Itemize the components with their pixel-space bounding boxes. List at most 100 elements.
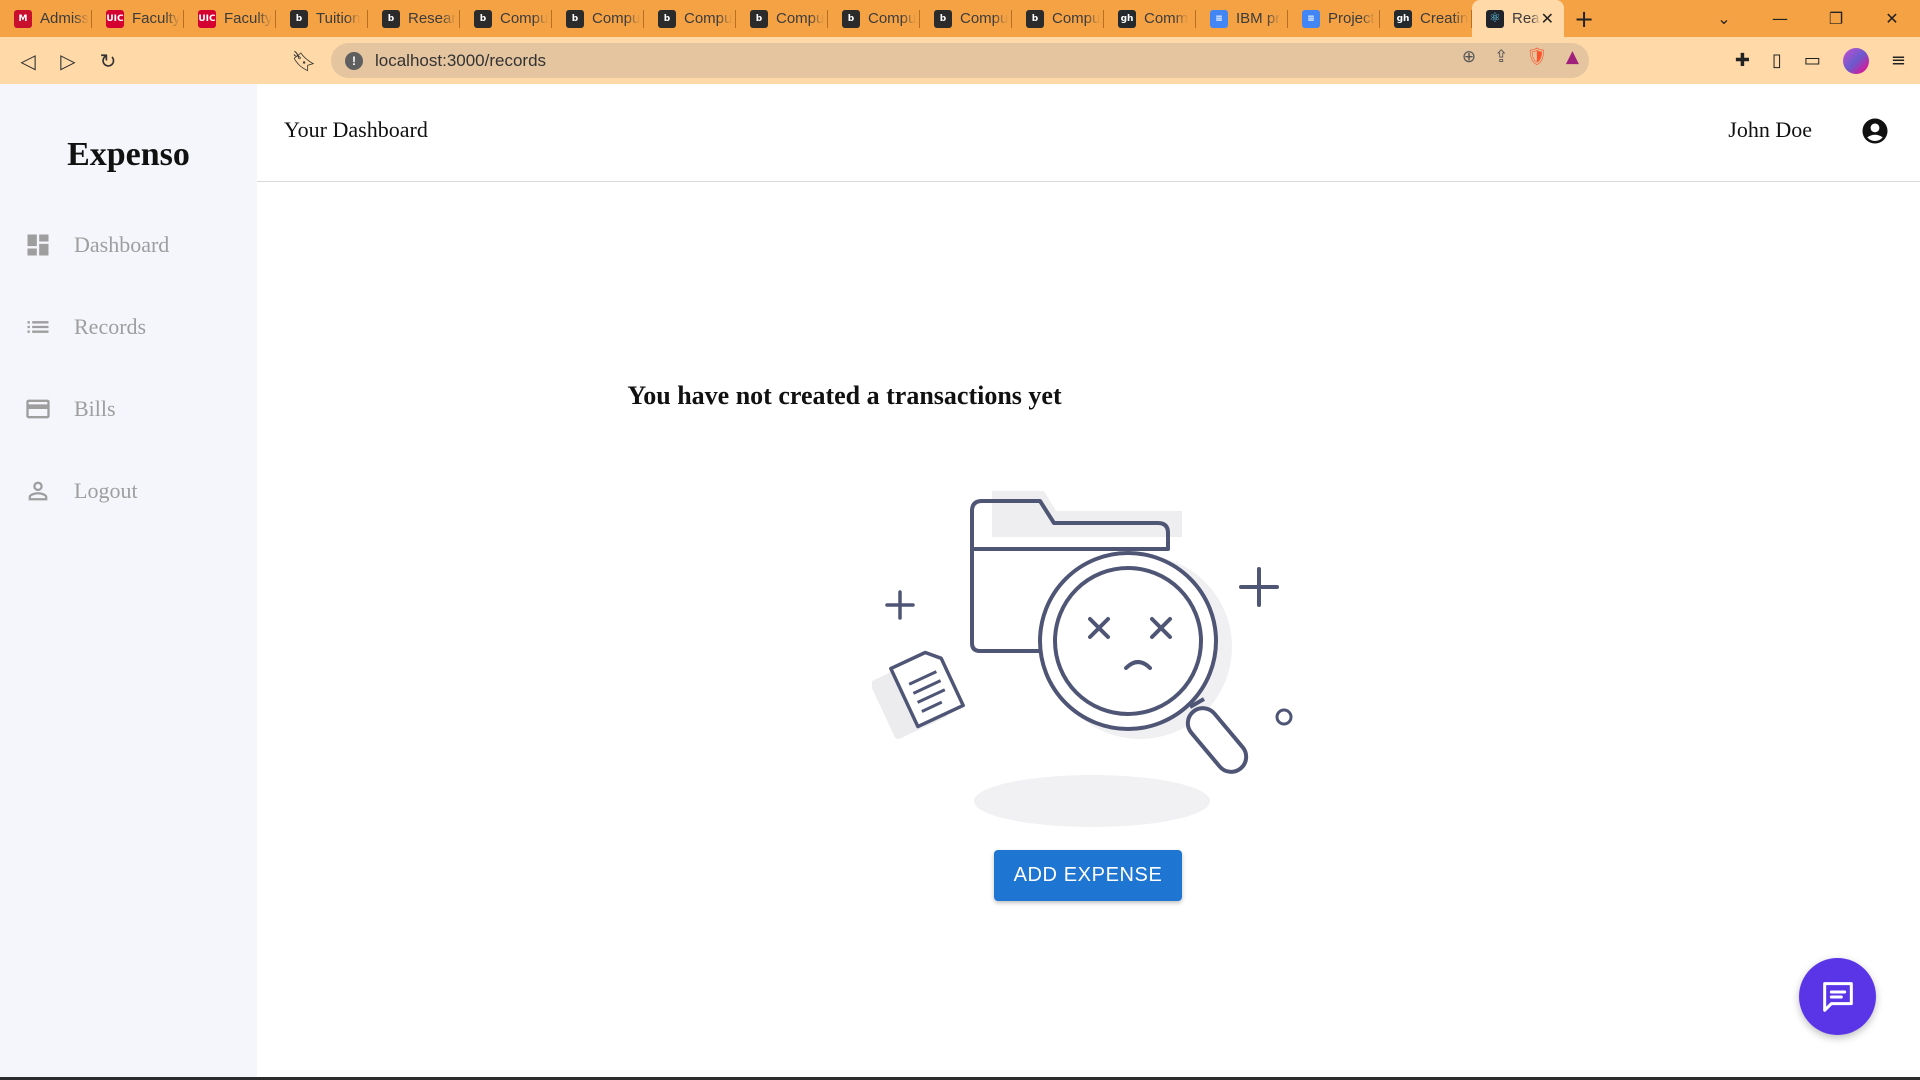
browser-tab[interactable]: UIC Faculty <box>92 0 184 37</box>
browser-tab[interactable]: ≡ Project <box>1288 0 1380 37</box>
tab-title: Resear <box>408 10 457 27</box>
minimize-icon[interactable]: — <box>1752 9 1808 28</box>
account-circle-icon[interactable] <box>1860 116 1890 146</box>
wallet-icon[interactable]: ▭ <box>1804 50 1821 71</box>
tab-favicon-icon: UIC <box>106 9 124 28</box>
browser-tab[interactable]: UIC Faculty <box>184 0 276 37</box>
tab-favicon-icon: gh <box>1394 9 1412 28</box>
tab-favicon-icon: b <box>934 9 952 28</box>
sidebar-item-label: Dashboard <box>74 232 170 257</box>
tab-title: Compu <box>960 10 1009 27</box>
tab-favicon-icon: b <box>842 9 860 28</box>
browser-tab[interactable]: b Tuition <box>276 0 368 37</box>
browser-tab[interactable]: gh Comm <box>1104 0 1196 37</box>
sidebar-item-records[interactable]: Records <box>24 307 146 347</box>
tab-favicon-icon: b <box>566 9 584 28</box>
credit-card-icon <box>26 399 50 419</box>
tab-favicon-icon: M <box>14 9 32 28</box>
tab-title: Compu <box>592 10 641 27</box>
sidebar-toggle-icon[interactable]: ▯ <box>1772 50 1782 71</box>
tab-favicon-icon: UIC <box>198 9 216 28</box>
bookmark-icon[interactable]: 🔖︎ <box>284 41 324 81</box>
app-root: Expenso Dashboard Records Bills Logout Y… <box>0 84 1920 1080</box>
forward-button[interactable]: ▷ <box>48 41 88 81</box>
restore-icon[interactable]: ❐ <box>1808 9 1864 28</box>
browser-tab[interactable]: b Compu <box>920 0 1012 37</box>
browser-tab[interactable]: b Compu <box>1012 0 1104 37</box>
browser-tab[interactable]: b Compu <box>460 0 552 37</box>
browser-toolbar: ◁ ▷ ↻ 🔖︎ ! localhost:3000/records ⊕ ⇪ 🛡︎… <box>0 37 1920 84</box>
tab-title: Project <box>1328 10 1375 27</box>
browser-tab[interactable]: b Compu <box>644 0 736 37</box>
chat-icon <box>1822 981 1853 1012</box>
tab-title: Compu <box>776 10 825 27</box>
extension-icons: ✚ ▯ ▭ ≡ <box>1735 37 1906 84</box>
sidebar-item-label: Logout <box>74 478 138 503</box>
person-icon <box>28 481 48 501</box>
tab-list: M Admiss UIC Faculty UIC Faculty b Tuition b Rese… <box>0 0 1472 37</box>
tab-title: Compu <box>684 10 733 27</box>
tab-title: Compu <box>500 10 549 27</box>
back-button[interactable]: ◁ <box>8 41 48 81</box>
tab-favicon-icon: b <box>658 9 676 28</box>
tab-title: Creatin <box>1420 10 1469 27</box>
close-window-icon[interactable]: ✕ <box>1864 9 1920 28</box>
tab-title: IBM pr <box>1236 10 1281 27</box>
extensions-icon[interactable]: ✚ <box>1735 50 1750 71</box>
sidebar-item-bills[interactable]: Bills <box>24 389 116 429</box>
browser-tab[interactable]: b Resear <box>368 0 460 37</box>
tab-favicon-icon: b <box>1026 9 1044 28</box>
tab-search-icon[interactable]: ⌄ <box>1696 9 1752 28</box>
tab-favicon-icon: b <box>290 9 308 28</box>
brave-rewards-icon[interactable]: ▲ <box>1566 47 1579 67</box>
empty-state-message: You have not created a transactions yet <box>627 381 1062 410</box>
sidebar-item-label: Records <box>74 314 147 339</box>
user-name: John Doe <box>1728 117 1812 142</box>
address-bar[interactable]: ! localhost:3000/records ⊕ ⇪ 🛡︎ ▲ <box>331 43 1589 78</box>
browser-tabstrip: M Admiss UIC Faculty UIC Faculty b Tuition b Rese… <box>0 0 1920 37</box>
site-info-icon[interactable]: ! <box>345 51 363 70</box>
sidebar: Expenso Dashboard Records Bills Logout <box>0 84 257 1080</box>
omnibox-actions: ⊕ ⇪ 🛡︎ ▲ <box>1462 47 1579 67</box>
browser-tab[interactable]: gh Creatin <box>1380 0 1472 37</box>
share-icon[interactable]: ⇪ <box>1494 47 1508 67</box>
tab-title: Faculty <box>224 10 273 27</box>
profile-avatar[interactable] <box>1842 47 1869 74</box>
tab-favicon-icon: b <box>382 9 400 28</box>
tab-title: Admiss <box>40 10 90 27</box>
browser-tab[interactable]: b Compu <box>736 0 828 37</box>
tab-favicon-icon: b <box>750 9 768 28</box>
sidebar-item-logout[interactable]: Logout <box>24 471 138 511</box>
brand-logo-text: Expenso <box>67 136 190 173</box>
tab-favicon-icon: ≡ <box>1302 9 1320 28</box>
tab-title: Compu <box>1052 10 1101 27</box>
browser-tab[interactable]: ≡ IBM pr <box>1196 0 1288 37</box>
menu-icon[interactable]: ≡ <box>1891 50 1906 71</box>
chat-support-button[interactable] <box>1799 958 1876 1035</box>
browser-tab[interactable]: M Admiss <box>0 0 92 37</box>
react-icon: ⚛ <box>1486 9 1504 28</box>
list-icon <box>27 321 49 333</box>
tab-favicon-icon: b <box>474 9 492 28</box>
tab-active[interactable]: ⚛ Rea ✕ <box>1472 0 1564 37</box>
sidebar-item-dashboard[interactable]: Dashboard <box>24 225 169 265</box>
sidebar-item-label: Bills <box>74 396 116 421</box>
tab-title: Faculty <box>132 10 181 27</box>
tab-title: Rea <box>1512 10 1540 27</box>
tab-favicon-icon: gh <box>1118 9 1136 28</box>
tab-title: Comm <box>1144 10 1189 27</box>
tab-close-icon[interactable]: ✕ <box>1541 9 1554 28</box>
new-tab-button[interactable]: + <box>1564 0 1604 37</box>
browser-tab[interactable]: b Compu <box>552 0 644 37</box>
tab-title: Compu <box>868 10 917 27</box>
browser-tab[interactable]: b Compu <box>828 0 920 37</box>
reload-button[interactable]: ↻ <box>88 41 128 81</box>
add-expense-button[interactable]: ADD EXPENSE <box>994 850 1182 901</box>
zoom-icon[interactable]: ⊕ <box>1462 47 1476 67</box>
dashboard-icon <box>27 234 49 256</box>
brave-shield-icon[interactable]: 🛡︎ <box>1526 47 1548 67</box>
empty-search-illustration <box>872 491 1293 827</box>
tab-favicon-icon: ≡ <box>1210 9 1228 28</box>
url-text[interactable]: localhost:3000/records <box>375 51 546 71</box>
window-controls: ⌄ — ❐ ✕ <box>1696 0 1920 37</box>
